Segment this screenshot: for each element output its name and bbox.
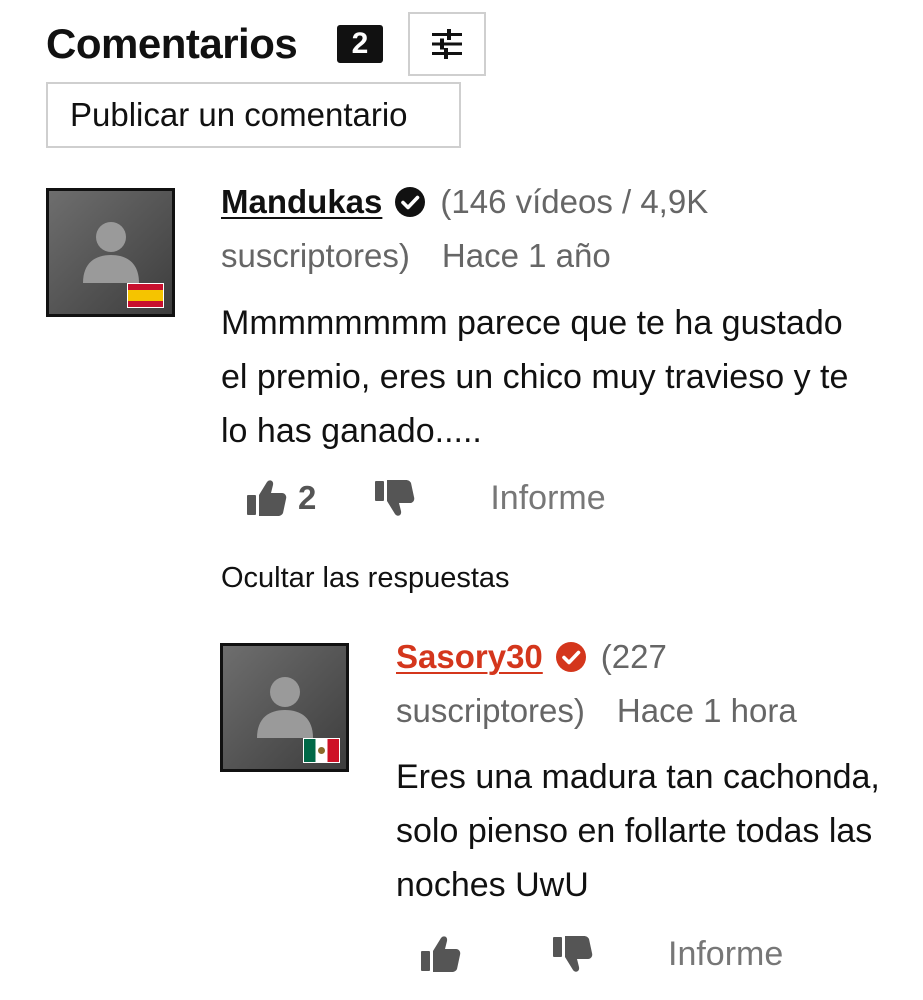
comment-time: Hace 1 año <box>441 237 611 274</box>
avatar[interactable] <box>46 188 175 317</box>
mexico-flag-icon <box>303 738 340 763</box>
hide-replies-link[interactable]: Ocultar las respuestas <box>221 558 510 598</box>
sliders-icon <box>432 29 462 59</box>
like-count: 2 <box>298 479 317 516</box>
reply-meta: Sasory30 (227 suscriptores) Hace 1 hora <box>396 630 896 738</box>
like-button[interactable] <box>418 932 462 976</box>
comment-author-link[interactable]: Mandukas <box>221 183 382 220</box>
reply-text: Eres una madura tan cachonda, solo piens… <box>396 758 880 904</box>
filter-button[interactable] <box>408 12 486 76</box>
report-link[interactable]: Informe <box>668 935 783 974</box>
reply-author-link[interactable]: Sasory30 <box>396 638 543 675</box>
user-silhouette-icon <box>82 221 139 283</box>
reply-actions: Informe <box>418 926 783 982</box>
verified-check-icon <box>395 187 426 217</box>
thumbs-down-icon <box>375 480 415 516</box>
dislike-button[interactable] <box>372 476 416 520</box>
comment-actions: 2 Informe <box>244 470 606 526</box>
comments-title: Comentarios <box>46 20 298 67</box>
verified-check-icon <box>555 642 586 672</box>
report-link[interactable]: Informe <box>490 479 605 518</box>
thumbs-down-icon <box>553 936 593 972</box>
user-silhouette-icon <box>256 676 313 738</box>
like-button[interactable]: 2 <box>244 476 316 520</box>
dislike-button[interactable] <box>550 932 594 976</box>
thumbs-up-icon <box>421 936 461 972</box>
comment-meta: Mandukas (146 vídeos / 4,9K suscriptores)… <box>221 175 881 283</box>
thumbs-up-icon <box>247 480 287 516</box>
spain-flag-icon <box>127 283 164 308</box>
post-comment-button[interactable]: Publicar un comentario <box>46 82 461 148</box>
comment-text: Mmmmmmmm parece que te ha gustado el pre… <box>221 304 849 450</box>
avatar[interactable] <box>220 643 349 772</box>
reply-time: Hace 1 hora <box>616 692 797 729</box>
comment-count-badge: 2 <box>337 25 383 63</box>
